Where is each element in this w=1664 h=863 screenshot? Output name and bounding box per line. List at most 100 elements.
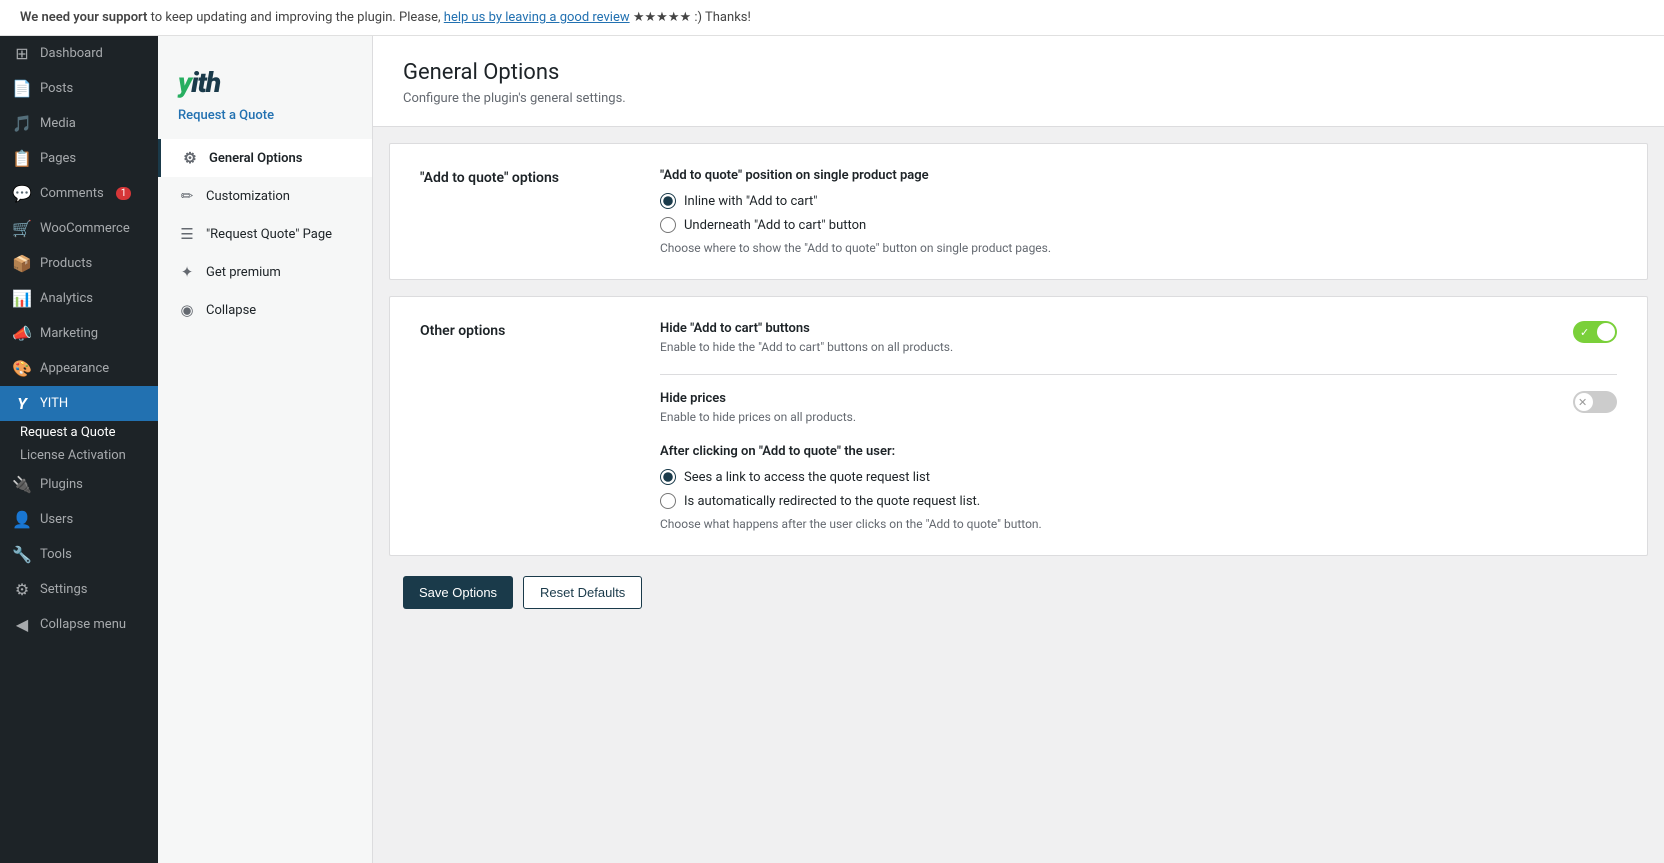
after-click-title: After clicking on "Add to quote" the use…	[660, 444, 1617, 459]
radio-redirect-input[interactable]	[660, 493, 676, 509]
sidebar-item-label: Media	[40, 116, 76, 131]
marketing-icon: 📣	[12, 324, 32, 343]
other-options-label: Other options	[420, 321, 660, 339]
sidebar-item-pages[interactable]: 📋 Pages	[0, 141, 158, 176]
general-options-icon: ⚙	[181, 149, 199, 167]
nav-item-label: "Request Quote" Page	[206, 227, 332, 242]
other-options-row: Other options Hide "Add to cart" buttons…	[390, 297, 1647, 555]
sidebar-item-label: Users	[40, 512, 73, 527]
plugin-nav-general-options[interactable]: ⚙ General Options	[158, 139, 372, 177]
toggle-slider-on: ✓	[1573, 321, 1617, 343]
add-to-quote-label: "Add to quote" options	[420, 168, 660, 186]
settings-section-add-to-quote: "Add to quote" options "Add to quote" po…	[389, 143, 1648, 280]
sidebar-item-posts[interactable]: 📄 Posts	[0, 71, 158, 106]
sidebar-item-users[interactable]: 👤 Users	[0, 502, 158, 537]
analytics-icon: 📊	[12, 289, 32, 308]
users-icon: 👤	[12, 510, 32, 529]
radio-redirect[interactable]: Is automatically redirected to the quote…	[660, 493, 1617, 509]
sidebar-item-comments[interactable]: 💬 Comments 1	[0, 176, 158, 211]
hide-prices-label: Hide prices	[660, 391, 1553, 406]
sidebar-item-label: Marketing	[40, 326, 98, 341]
page-subtitle: Configure the plugin's general settings.	[403, 91, 1634, 106]
collapse-icon: ◀	[12, 615, 32, 634]
sidebar-item-collapse[interactable]: ◀ Collapse menu	[0, 607, 158, 642]
sidebar-item-label: Analytics	[40, 291, 93, 306]
sidebar-item-label: Settings	[40, 582, 87, 597]
plugin-nav-customization[interactable]: ✏ Customization	[158, 177, 372, 215]
hide-prices-toggle[interactable]: ✕	[1573, 391, 1617, 413]
sidebar-item-dashboard[interactable]: ⊞ Dashboard	[0, 36, 158, 71]
sidebar-sub-license[interactable]: License Activation	[0, 444, 158, 467]
save-options-button[interactable]: Save Options	[403, 576, 513, 609]
hide-add-to-cart-label: Hide "Add to cart" buttons	[660, 321, 1553, 336]
radio-link-label[interactable]: Sees a link to access the quote request …	[684, 470, 930, 485]
plugin-nav-collapse[interactable]: ◉ Collapse	[158, 291, 372, 329]
sidebar-item-label: WooCommerce	[40, 221, 130, 236]
tools-icon: 🔧	[12, 545, 32, 564]
notif-bold: We need your support	[20, 10, 147, 25]
hide-prices-row: Hide prices Enable to hide prices on all…	[660, 391, 1617, 424]
hide-add-to-cart-row: Hide "Add to cart" buttons Enable to hid…	[660, 321, 1617, 354]
sidebar-item-label: Products	[40, 256, 92, 271]
sidebar-item-label: Appearance	[40, 361, 109, 376]
sidebar-item-label: Dashboard	[40, 46, 103, 61]
plugin-nav-request-quote-page[interactable]: ☰ "Request Quote" Page	[158, 215, 372, 253]
customization-icon: ✏	[178, 187, 196, 205]
plugin-title: Request a Quote	[158, 104, 372, 139]
notif-review-link[interactable]: help us by leaving a good review	[444, 10, 630, 25]
sidebar-item-yith[interactable]: Y YITH	[0, 386, 158, 421]
radio-inline-label[interactable]: Inline with "Add to cart"	[684, 194, 817, 209]
plugin-collapse-icon: ◉	[178, 301, 196, 319]
settings-icon: ⚙	[12, 580, 32, 599]
dashboard-icon: ⊞	[12, 44, 32, 63]
sidebar-item-label: Collapse menu	[40, 617, 126, 632]
sidebar-sub-request-quote[interactable]: Request a Quote	[0, 421, 158, 444]
radio-underneath[interactable]: Underneath "Add to cart" button	[660, 217, 1617, 233]
sidebar-item-woocommerce[interactable]: 🛒 WooCommerce	[0, 211, 158, 246]
hide-add-to-cart-info: Hide "Add to cart" buttons Enable to hid…	[660, 321, 1573, 354]
toggle-slider-off: ✕	[1573, 391, 1617, 413]
hide-add-to-cart-toggle[interactable]: ✓	[1573, 321, 1617, 343]
sub-item-label: License Activation	[20, 448, 126, 463]
main-content: General Options Configure the plugin's g…	[373, 36, 1664, 863]
add-to-quote-row: "Add to quote" options "Add to quote" po…	[390, 144, 1647, 279]
pages-icon: 📋	[12, 149, 32, 168]
radio-inline[interactable]: Inline with "Add to cart"	[660, 193, 1617, 209]
notification-bar: We need your support to keep updating an…	[0, 0, 1664, 36]
plugins-icon: 🔌	[12, 475, 32, 494]
sidebar-item-label: Comments	[40, 186, 104, 201]
sidebar-item-label: Pages	[40, 151, 76, 166]
sidebar-item-label: YITH	[40, 396, 68, 411]
radio-underneath-label[interactable]: Underneath "Add to cart" button	[684, 218, 866, 233]
radio-underneath-input[interactable]	[660, 217, 676, 233]
radio-redirect-label[interactable]: Is automatically redirected to the quote…	[684, 494, 980, 509]
nav-item-label: Customization	[206, 189, 290, 204]
sidebar-item-marketing[interactable]: 📣 Marketing	[0, 316, 158, 351]
appearance-icon: 🎨	[12, 359, 32, 378]
radio-link-input[interactable]	[660, 469, 676, 485]
hide-prices-desc: Enable to hide prices on all products.	[660, 410, 1553, 424]
posts-icon: 📄	[12, 79, 32, 98]
comments-icon: 💬	[12, 184, 32, 203]
sidebar-item-appearance[interactable]: 🎨 Appearance	[0, 351, 158, 386]
sidebar-item-products[interactable]: 📦 Products	[0, 246, 158, 281]
position-hint: Choose where to show the "Add to quote" …	[660, 241, 1617, 255]
page-header: General Options Configure the plugin's g…	[373, 36, 1664, 127]
sidebar-item-label: Posts	[40, 81, 73, 96]
notif-stars: ★★★★★	[633, 10, 691, 25]
toggle-check-icon: ✓	[1580, 326, 1589, 339]
comments-badge: 1	[116, 187, 132, 200]
sidebar-item-analytics[interactable]: 📊 Analytics	[0, 281, 158, 316]
reset-defaults-button[interactable]: Reset Defaults	[523, 576, 642, 609]
after-click-hint: Choose what happens after the user click…	[660, 517, 1617, 531]
radio-inline-input[interactable]	[660, 193, 676, 209]
plugin-sidebar: yith Request a Quote ⚙ General Options ✏…	[158, 36, 373, 863]
divider	[660, 374, 1617, 375]
radio-link[interactable]: Sees a link to access the quote request …	[660, 469, 1617, 485]
sidebar-item-settings[interactable]: ⚙ Settings	[0, 572, 158, 607]
nav-item-label: Collapse	[206, 303, 256, 318]
sidebar-item-media[interactable]: 🎵 Media	[0, 106, 158, 141]
sidebar-item-tools[interactable]: 🔧 Tools	[0, 537, 158, 572]
plugin-nav-get-premium[interactable]: ✦ Get premium	[158, 253, 372, 291]
sidebar-item-plugins[interactable]: 🔌 Plugins	[0, 467, 158, 502]
